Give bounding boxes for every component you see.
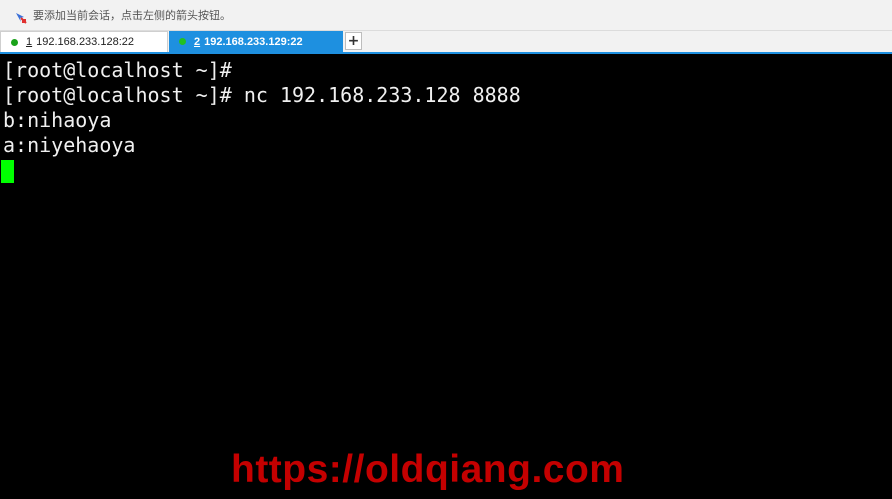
tab-label: 192.168.233.129:22 [204, 35, 303, 48]
new-tab-button[interactable]: + [345, 32, 362, 50]
session-hint-text: 要添加当前会话，点击左侧的箭头按钮。 [33, 9, 231, 22]
connected-status-icon [11, 38, 18, 46]
watermark-text: https://oldqiang.com [231, 448, 625, 491]
terminal-line: b:nihaoya [3, 108, 112, 132]
connected-status-icon [179, 38, 186, 45]
tab-label: 192.168.233.128:22 [36, 36, 134, 48]
terminal-line: [root@localhost ~]# nc 192.168.233.128 8… [3, 83, 521, 107]
tab-number: 2 [194, 35, 201, 48]
terminal-app-window: 要添加当前会话，点击左侧的箭头按钮。 1 192.168.233.128:22 … [0, 0, 892, 499]
terminal-line: a:niyehaoya [3, 133, 136, 157]
terminal-output[interactable]: [root@localhost ~]# [root@localhost ~]# … [0, 54, 892, 499]
terminal-line: [root@localhost ~]# [3, 58, 232, 82]
terminal-cursor [1, 160, 14, 183]
session-tab-bar: 1 192.168.233.128:22 2 192.168.233.129:2… [0, 31, 892, 54]
tab-number: 1 [26, 36, 33, 48]
tab-session-1[interactable]: 1 192.168.233.128:22 [0, 31, 168, 52]
session-hint-bar: 要添加当前会话，点击左侧的箭头按钮。 [0, 0, 892, 31]
session-add-arrow-icon[interactable] [15, 9, 27, 24]
tab-session-2[interactable]: 2 192.168.233.129:22 [169, 31, 343, 52]
